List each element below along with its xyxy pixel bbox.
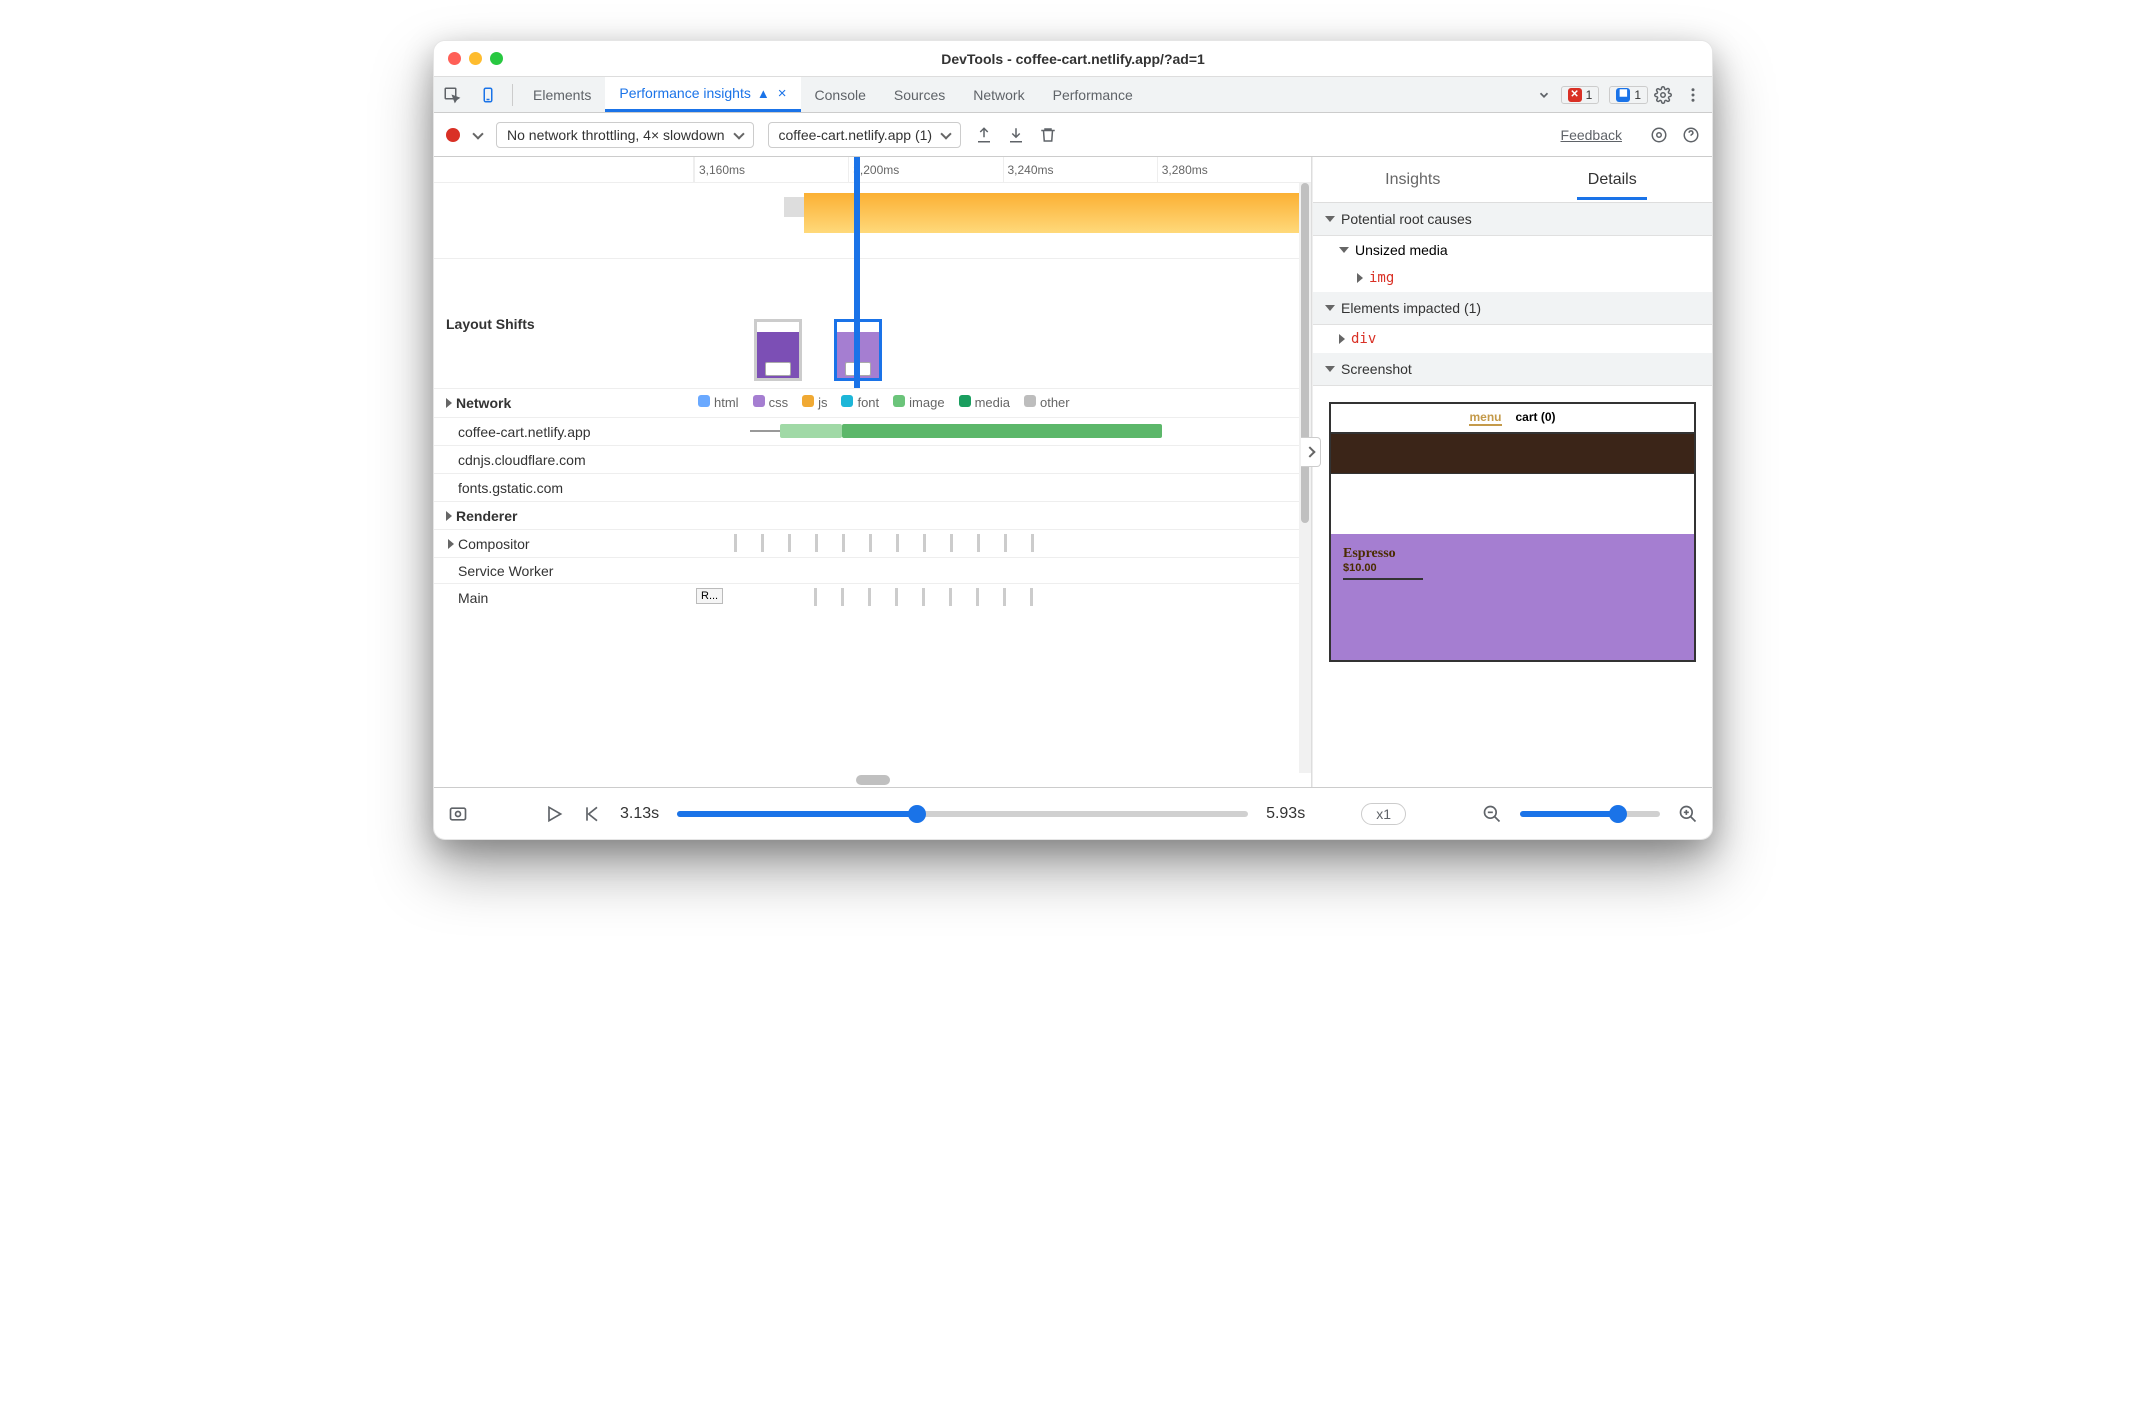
timeline-ruler: 3,160ms 3,200ms 3,240ms 3,280ms	[434, 157, 1311, 183]
screenshot-preview: menu cart (0) Espresso $10.00	[1313, 386, 1712, 787]
right-panel-tabs: Insights Details	[1313, 157, 1712, 203]
ss-product-card: Espresso $10.00	[1331, 534, 1694, 660]
tab-details[interactable]: Details	[1513, 157, 1713, 202]
settings-icon[interactable]	[1654, 86, 1672, 104]
tab-sources[interactable]: Sources	[880, 77, 959, 112]
zoom-slider[interactable]	[1520, 811, 1660, 817]
playback-footer: 3.13s 5.93s x1	[434, 787, 1712, 839]
help-icon[interactable]	[1682, 126, 1700, 144]
device-toggle-icon[interactable]	[470, 77, 506, 113]
section-screenshot[interactable]: Screenshot	[1313, 353, 1712, 386]
tab-elements[interactable]: Elements	[519, 77, 605, 112]
collapse-panel-button[interactable]	[1301, 437, 1321, 467]
feedback-link[interactable]: Feedback	[1561, 127, 1622, 143]
details-panel: Insights Details Potential root causes U…	[1312, 157, 1712, 787]
timeline-slider[interactable]	[677, 811, 1248, 817]
zoom-in-button[interactable]	[1678, 804, 1698, 824]
chevron-right-icon	[446, 398, 452, 408]
kebab-menu-icon[interactable]	[1684, 86, 1702, 104]
throttling-dropdown[interactable]: No network throttling, 4× slowdown	[496, 122, 754, 148]
chevron-down-icon	[1339, 247, 1349, 253]
layout-shifts-lane: Layout Shifts	[434, 259, 1311, 389]
go-to-start-button[interactable]	[582, 804, 602, 824]
content-area: 3,160ms 3,200ms 3,240ms 3,280ms	[434, 157, 1712, 787]
import-icon[interactable]	[1007, 126, 1025, 144]
window-title: DevTools - coffee-cart.netlify.app/?ad=1	[434, 51, 1712, 67]
unsized-media-item[interactable]: Unsized media	[1313, 236, 1712, 264]
playhead[interactable]	[854, 157, 860, 388]
preview-toggle-icon[interactable]	[448, 804, 468, 824]
time-start: 3.13s	[620, 805, 659, 823]
network-legend: html css js font image media other	[694, 389, 1311, 416]
compositor-lane[interactable]: Compositor	[434, 530, 1311, 558]
close-tab-icon[interactable]: ×	[778, 85, 787, 102]
chevron-right-icon	[1339, 334, 1345, 344]
ruler-tick: 3,200ms	[848, 157, 1002, 182]
ss-menu-link: menu	[1469, 410, 1501, 426]
timing-lane	[434, 183, 1311, 259]
tab-insights[interactable]: Insights	[1313, 157, 1513, 202]
panel-settings-icon[interactable]	[1650, 126, 1668, 144]
zoom-out-button[interactable]	[1482, 804, 1502, 824]
ss-hero-image	[1331, 434, 1694, 474]
chevron-right-icon	[446, 511, 452, 521]
titlebar: DevTools - coffee-cart.netlify.app/?ad=1	[434, 41, 1712, 77]
time-end: 5.93s	[1266, 805, 1305, 823]
network-host-row: fonts.gstatic.com	[434, 474, 1311, 502]
timeline-panel: 3,160ms 3,200ms 3,240ms 3,280ms	[434, 157, 1312, 787]
element-div[interactable]: div	[1313, 325, 1712, 353]
ruler-tick: 3,160ms	[694, 157, 848, 182]
ruler-tick: 3,240ms	[1003, 157, 1157, 182]
layout-shift-thumbnail[interactable]	[754, 319, 802, 381]
network-lane-header[interactable]: Network html css js font image media oth…	[434, 389, 1311, 418]
play-button[interactable]	[544, 804, 564, 824]
record-options-dropdown[interactable]	[472, 128, 483, 139]
chevron-down-icon	[1325, 216, 1335, 222]
chevron-down-icon	[1325, 305, 1335, 311]
export-icon[interactable]	[975, 126, 993, 144]
chevron-right-icon	[448, 539, 454, 549]
chevron-down-icon	[1325, 366, 1335, 372]
issues-badge[interactable]: ⯀1	[1609, 86, 1648, 104]
devtools-window: DevTools - coffee-cart.netlify.app/?ad=1…	[433, 40, 1713, 840]
panel-tabs: Elements Performance insights ▲ × Consol…	[519, 77, 1527, 112]
chevron-right-icon	[1357, 273, 1363, 283]
section-potential-root-causes[interactable]: Potential root causes	[1313, 203, 1712, 236]
ruler-tick: 3,280ms	[1157, 157, 1311, 182]
more-tabs-button[interactable]	[1527, 77, 1561, 113]
main-lane: Main R...	[434, 584, 1311, 612]
record-button[interactable]	[446, 128, 460, 142]
service-worker-lane: Service Worker	[434, 558, 1311, 584]
main-task-block[interactable]: R...	[696, 588, 723, 604]
inspect-icon[interactable]	[434, 77, 470, 113]
renderer-lane-header[interactable]: Renderer	[434, 502, 1311, 530]
main-tab-bar: Elements Performance insights ▲ × Consol…	[434, 77, 1712, 113]
network-host-row: coffee-cart.netlify.app	[434, 418, 1311, 446]
element-img[interactable]: img	[1313, 264, 1712, 292]
vertical-scrollbar[interactable]	[1299, 183, 1311, 773]
tab-network[interactable]: Network	[959, 77, 1038, 112]
horizontal-scrollbar[interactable]	[434, 773, 1311, 787]
tab-performance-insights[interactable]: Performance insights ▲ ×	[605, 77, 800, 112]
network-host-row: cdnjs.cloudflare.com	[434, 446, 1311, 474]
recording-select-dropdown[interactable]: coffee-cart.netlify.app (1)	[768, 122, 962, 148]
error-badge[interactable]: ✕1	[1561, 86, 1600, 104]
playback-speed[interactable]: x1	[1361, 803, 1406, 825]
ss-cart-link: cart (0)	[1516, 410, 1556, 426]
tab-console[interactable]: Console	[801, 77, 880, 112]
pin-icon: ▲	[757, 86, 770, 101]
tab-performance[interactable]: Performance	[1039, 77, 1147, 112]
recording-toolbar: No network throttling, 4× slowdown coffe…	[434, 113, 1712, 157]
delete-icon[interactable]	[1039, 126, 1057, 144]
section-elements-impacted[interactable]: Elements impacted (1)	[1313, 292, 1712, 325]
